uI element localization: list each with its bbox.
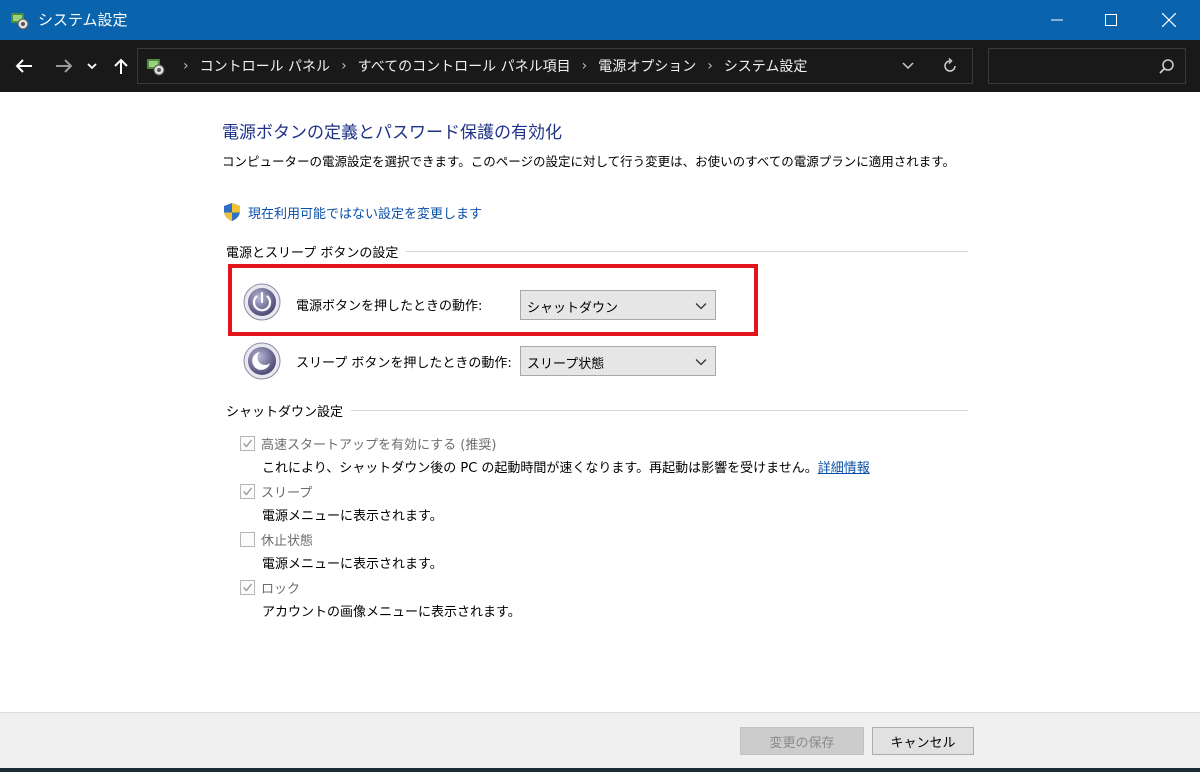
breadcrumb-all-items[interactable]: すべてのコントロール パネル項目: [358, 56, 571, 76]
arrow-left-icon: [15, 59, 32, 73]
breadcrumb-system-settings[interactable]: システム設定: [724, 56, 808, 76]
forward-button[interactable]: [51, 52, 77, 80]
control-panel-icon: [8, 9, 30, 31]
footer-bar: 変更の保存 キャンセル: [0, 712, 1200, 772]
sleep-option[interactable]: スリープ: [240, 482, 312, 501]
shield-icon: [222, 202, 242, 222]
up-button[interactable]: [108, 52, 134, 80]
arrow-right-icon: [56, 59, 73, 73]
power-button-action-select[interactable]: シャットダウン: [520, 290, 716, 320]
checkmark-icon: [243, 439, 253, 448]
back-button[interactable]: [11, 52, 37, 80]
maximize-button[interactable]: [1084, 0, 1138, 40]
window-title: システム設定: [38, 11, 128, 29]
hibernate-option[interactable]: 休止状態: [240, 530, 313, 549]
fast-startup-label: 高速スタートアップを有効にする (推奨): [261, 438, 497, 453]
hibernate-checkbox[interactable]: [240, 532, 255, 547]
power-button-icon: [243, 283, 281, 321]
lock-label: ロック: [261, 582, 301, 597]
close-button[interactable]: [1142, 0, 1196, 40]
minimize-button[interactable]: [1030, 0, 1084, 40]
fast-startup-checkbox[interactable]: [240, 436, 255, 451]
page-description: コンピューターの電源設定を選択できます。このページの設定に対して行う変更は、お使…: [222, 154, 956, 169]
refresh-button[interactable]: [938, 55, 962, 77]
chevron-right-icon: ›: [707, 58, 713, 74]
search-icon[interactable]: [1157, 57, 1177, 77]
more-info-link[interactable]: 詳細情報: [818, 461, 870, 476]
chevron-down-icon: [902, 62, 914, 70]
refresh-icon: [944, 58, 956, 72]
chevron-right-icon: ›: [581, 58, 588, 74]
power-buttons-group-label: 電源とスリープ ボタンの設定: [226, 242, 407, 261]
control-panel-icon: [144, 55, 166, 77]
sleep-description: 電源メニューに表示されます。: [262, 509, 443, 524]
breadcrumb-control-panel[interactable]: コントロール パネル: [200, 56, 330, 76]
cancel-button[interactable]: キャンセル: [872, 727, 974, 755]
address-bar[interactable]: › コントロール パネル › すべてのコントロール パネル項目 › 電源オプショ…: [137, 48, 973, 84]
sleep-button-icon: [243, 342, 281, 380]
recent-locations-button[interactable]: [82, 52, 102, 80]
taskbar-edge: [0, 768, 1200, 772]
sleep-button-label: スリープ ボタンを押したときの動作:: [296, 356, 512, 371]
maximize-icon: [1105, 14, 1117, 26]
search-input[interactable]: [995, 55, 1145, 77]
change-settings-link-text[interactable]: 現在利用可能ではない設定を変更します: [248, 203, 482, 222]
page-title: 電源ボタンの定義とパスワード保護の有効化: [222, 123, 562, 143]
breadcrumb-power-options[interactable]: 電源オプション: [598, 56, 696, 76]
sleep-button-action-select[interactable]: スリープ状態: [520, 346, 716, 376]
save-changes-button[interactable]: 変更の保存: [740, 727, 864, 755]
power-button-label: 電源ボタンを押したときの動作:: [296, 299, 483, 314]
change-unavailable-settings-link[interactable]: 現在利用可能ではない設定を変更します: [222, 202, 482, 222]
hibernate-description: 電源メニューに表示されます。: [262, 557, 443, 572]
lock-option[interactable]: ロック: [240, 578, 300, 597]
sleep-checkbox[interactable]: [240, 484, 255, 499]
title-bar: システム設定: [0, 0, 1200, 40]
checkmark-icon: [243, 583, 253, 592]
fast-startup-description: これにより、シャットダウン後の PC の起動時間が速くなります。再起動は影響を受…: [262, 457, 870, 476]
shutdown-group-label: シャットダウン設定: [226, 401, 352, 420]
content-area: 電源ボタンの定義とパスワード保護の有効化 コンピューターの電源設定を選択できます…: [0, 92, 1200, 712]
chevron-down-icon: [695, 303, 707, 310]
chevron-down-icon: [695, 359, 707, 366]
minimize-icon: [1051, 19, 1063, 21]
fast-startup-option[interactable]: 高速スタートアップを有効にする (推奨): [240, 434, 496, 453]
hibernate-label: 休止状態: [261, 534, 314, 549]
sleep-button-action-value: スリープ状態: [527, 357, 605, 372]
chevron-down-icon: [87, 63, 97, 70]
close-icon: [1162, 13, 1176, 27]
chevron-right-icon: ›: [341, 58, 347, 74]
arrow-up-icon: [114, 58, 128, 74]
fast-startup-desc-text: これにより、シャットダウン後の PC の起動時間が速くなります。再起動は影響を受…: [262, 461, 818, 476]
checkmark-icon: [243, 487, 253, 496]
lock-description: アカウントの画像メニューに表示されます。: [262, 605, 521, 620]
lock-checkbox[interactable]: [240, 580, 255, 595]
sleep-label: スリープ: [261, 486, 313, 501]
address-dropdown-button[interactable]: [896, 55, 920, 77]
power-button-action-value: シャットダウン: [527, 301, 619, 316]
breadcrumb: › コントロール パネル › すべてのコントロール パネル項目 › 電源オプショ…: [172, 49, 807, 83]
chevron-right-icon: ›: [183, 58, 189, 74]
search-box[interactable]: [988, 48, 1186, 84]
